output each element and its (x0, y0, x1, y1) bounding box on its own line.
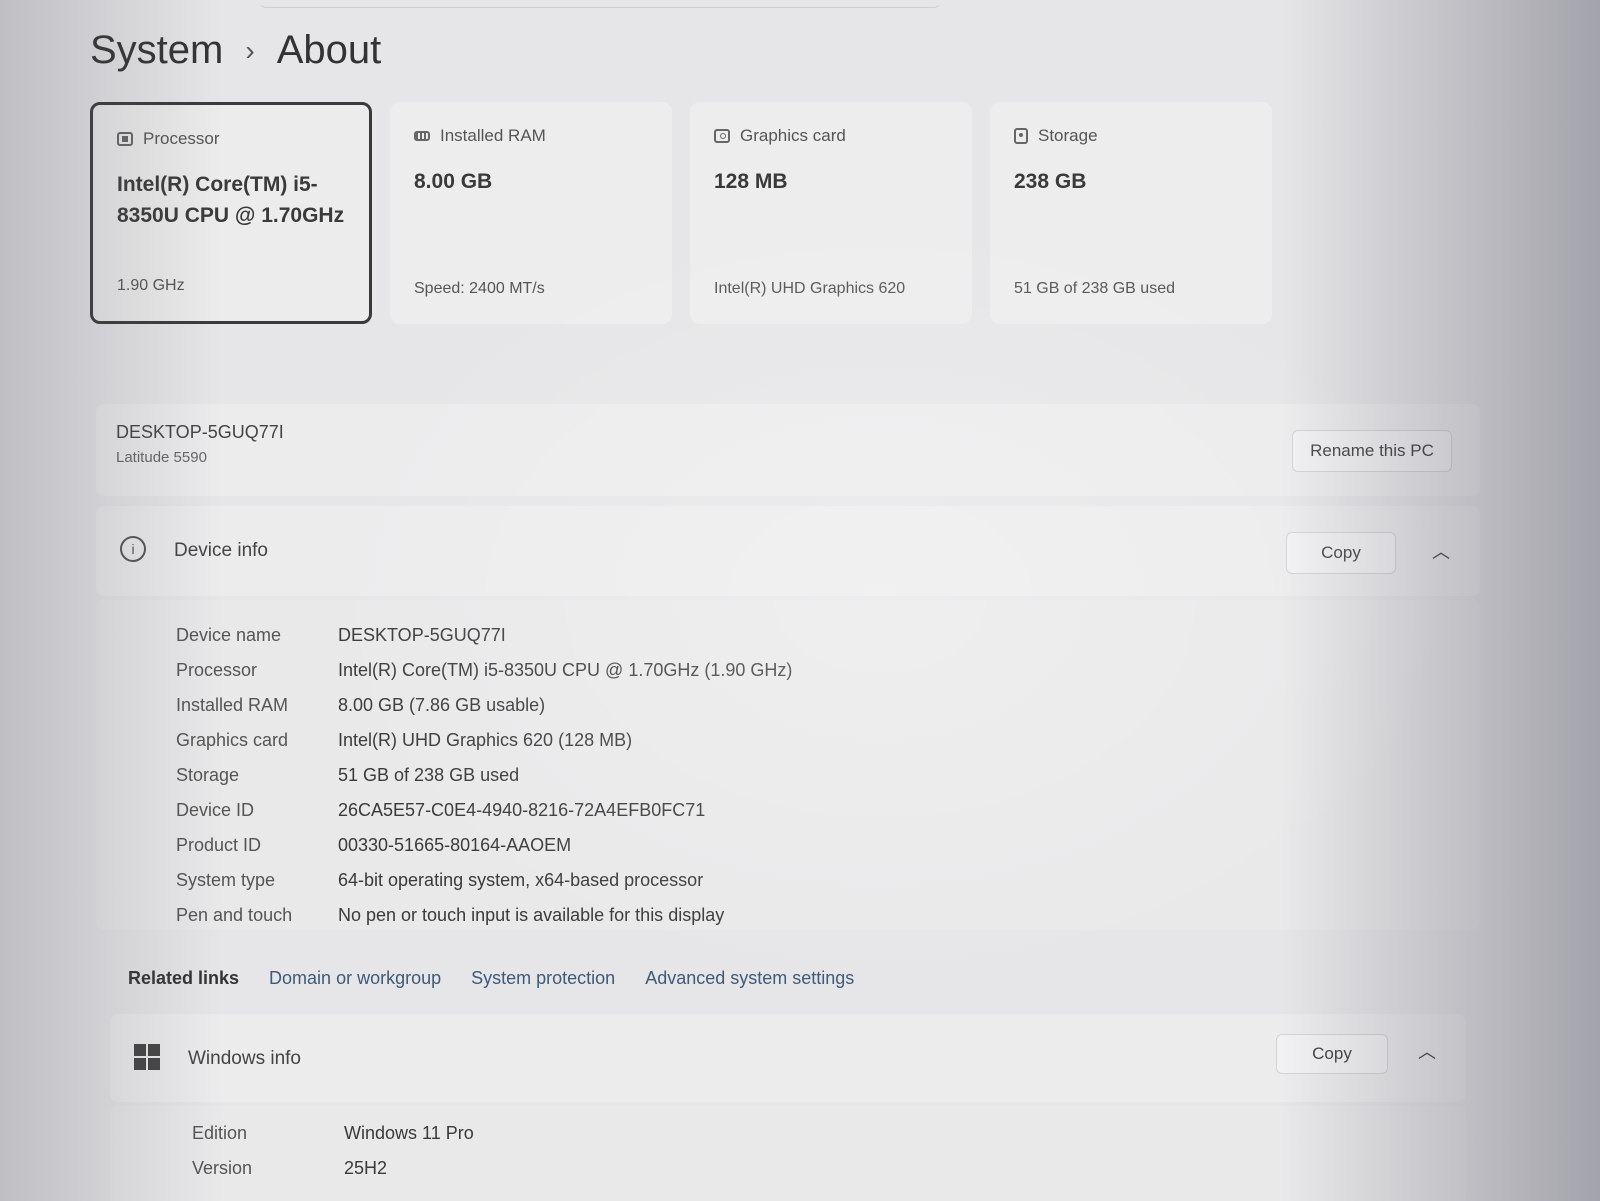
graphics-card-label: Graphics card (740, 126, 846, 145)
device-info-value: Intel(R) Core(TM) i5-8350U CPU @ 1.70GHz… (338, 660, 793, 680)
graphics-card[interactable]: Graphics card 128 MB Intel(R) UHD Graphi… (690, 102, 972, 324)
ram-card[interactable]: Installed RAM 8.00 GB Speed: 2400 MT/s (390, 102, 672, 324)
windows-logo-icon (134, 1044, 160, 1070)
chevron-up-icon[interactable]: ︿ (1418, 1038, 1436, 1064)
graphics-card-sub: Intel(R) UHD Graphics 620 (714, 280, 906, 297)
page-title: About (276, 28, 382, 72)
device-info-row: Processor Intel(R) Core(TM) i5-8350U CPU… (176, 653, 792, 688)
processor-card-sub: 1.90 GHz (117, 277, 185, 294)
device-info-key: Device ID (176, 800, 255, 820)
device-info-row: Pen and touch No pen or touch input is a… (176, 898, 792, 933)
advanced-system-settings-link[interactable]: Advanced system settings (645, 968, 854, 989)
processor-card-value: Intel(R) Core(TM) i5-8350U CPU @ 1.70GHz (117, 173, 345, 227)
pc-name-panel: DESKTOP-5GUQ77I Latitude 5590 Rename thi… (96, 404, 1480, 496)
windows-info-value: 25H2 (344, 1158, 388, 1178)
processor-icon (117, 132, 133, 146)
graphics-card-value: 128 MB (714, 170, 788, 193)
device-info-value: 26CA5E57-C0E4-4940-8216-72A4EFB0FC71 (338, 800, 706, 820)
device-info-row: System type 64-bit operating system, x64… (176, 863, 792, 898)
pc-model: Latitude 5590 (116, 449, 207, 466)
storage-card-label: Storage (1038, 126, 1098, 145)
device-info-value: DESKTOP-5GUQ77I (338, 625, 506, 645)
ram-card-sub: Speed: 2400 MT/s (414, 280, 545, 297)
device-info-key: Graphics card (176, 730, 289, 750)
device-info-value: No pen or touch input is available for t… (338, 905, 725, 925)
device-info-row: Graphics card Intel(R) UHD Graphics 620 … (176, 723, 792, 758)
processor-card-label: Processor (143, 129, 220, 148)
processor-card[interactable]: Processor Intel(R) Core(TM) i5-8350U CPU… (90, 102, 372, 324)
windows-info-row: Version 25H2 (192, 1151, 474, 1186)
device-info-value: 00330-51665-80164-AAOEM (338, 835, 572, 855)
domain-or-workgroup-link[interactable]: Domain or workgroup (269, 968, 441, 989)
windows-info-title: Windows info (188, 1048, 301, 1069)
info-icon: i (120, 536, 146, 562)
windows-info-row: Edition Windows 11 Pro (192, 1116, 474, 1151)
breadcrumb: System › About (90, 28, 381, 73)
breadcrumb-separator: › (245, 34, 255, 66)
spec-cards: Processor Intel(R) Core(TM) i5-8350U CPU… (90, 102, 1272, 324)
device-info-header[interactable]: i Device info Copy ︿ (96, 506, 1480, 596)
device-info-row: Device name DESKTOP-5GUQ77I (176, 618, 792, 653)
device-info-key: Product ID (176, 835, 262, 855)
storage-card-value: 238 GB (1014, 170, 1087, 193)
device-info-title: Device info (174, 540, 268, 561)
breadcrumb-parent[interactable]: System (90, 28, 223, 73)
device-info-key: Installed RAM (176, 695, 289, 715)
windows-info-copy-button[interactable]: Copy (1276, 1034, 1388, 1074)
device-info-list: Device name DESKTOP-5GUQ77I Processor In… (176, 618, 792, 933)
device-info-value: 64-bit operating system, x64-based proce… (338, 870, 704, 890)
related-links: Related links Domain or workgroup System… (128, 968, 854, 989)
device-info-row: Device ID 26CA5E57-C0E4-4940-8216-72A4EF… (176, 793, 792, 828)
device-info-key: Device name (176, 625, 282, 645)
chevron-up-icon[interactable]: ︿ (1432, 538, 1450, 564)
windows-info-key: Version (192, 1158, 253, 1178)
ram-icon (414, 131, 430, 141)
windows-info-key: Edition (192, 1123, 248, 1143)
device-info-value: Intel(R) UHD Graphics 620 (128 MB) (338, 730, 633, 750)
device-info-value: 51 GB of 238 GB used (338, 765, 520, 785)
storage-card-sub: 51 GB of 238 GB used (1014, 280, 1175, 297)
device-info-key: Processor (176, 660, 258, 680)
windows-info-header[interactable]: Windows info Copy ︿ (110, 1014, 1466, 1102)
device-info-copy-button[interactable]: Copy (1286, 532, 1396, 574)
storage-card[interactable]: Storage 238 GB 51 GB of 238 GB used (990, 102, 1272, 324)
device-info-row: Storage 51 GB of 238 GB used (176, 758, 792, 793)
pc-name: DESKTOP-5GUQ77I (116, 422, 284, 442)
graphics-card-icon (714, 129, 730, 143)
device-info-value: 8.00 GB (7.86 GB usable) (338, 695, 546, 715)
top-strip (260, 0, 940, 8)
ram-card-value: 8.00 GB (414, 170, 493, 193)
windows-info-value: Windows 11 Pro (344, 1123, 474, 1143)
rename-pc-button[interactable]: Rename this PC (1292, 430, 1452, 472)
device-info-row: Product ID 00330-51665-80164-AAOEM (176, 828, 792, 863)
device-info-row: Installed RAM 8.00 GB (7.86 GB usable) (176, 688, 792, 723)
device-info-body: Device name DESKTOP-5GUQ77I Processor In… (96, 600, 1480, 930)
device-info-key: System type (176, 870, 276, 890)
related-links-label: Related links (128, 968, 240, 988)
device-info-key: Storage (176, 765, 240, 785)
windows-info-list: Edition Windows 11 Pro Version 25H2 (192, 1116, 474, 1186)
storage-icon (1014, 128, 1028, 144)
system-protection-link[interactable]: System protection (471, 968, 615, 989)
device-info-key: Pen and touch (176, 905, 293, 925)
ram-card-label: Installed RAM (440, 126, 546, 145)
windows-info-body: Edition Windows 11 Pro Version 25H2 (110, 1106, 1466, 1201)
